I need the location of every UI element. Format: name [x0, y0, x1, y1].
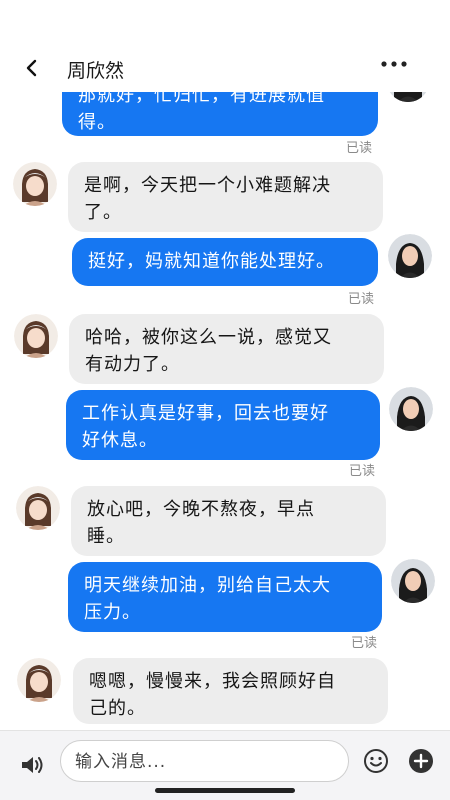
avatar-daughter[interactable]: [13, 162, 57, 206]
message-line: 得。: [78, 112, 116, 133]
voice-icon[interactable]: [18, 751, 46, 779]
message-line: 了。: [84, 202, 122, 223]
read-receipt: 已读: [351, 636, 378, 651]
message-input[interactable]: [75, 747, 335, 777]
avatar-daughter[interactable]: [17, 658, 61, 702]
avatar-mom[interactable]: [389, 387, 433, 431]
message-line: 放心吧，今晚不熬夜，早点: [87, 499, 315, 520]
message-line: 己的。: [89, 698, 146, 719]
message-line: 挺好，妈就知道你能处理好。: [88, 251, 335, 272]
plus-icon[interactable]: [408, 748, 434, 774]
message-line: 工作认真是好事，回去也要好: [82, 403, 329, 424]
avatar-daughter[interactable]: [16, 486, 60, 530]
message-bubble-incoming[interactable]: 哈哈，被你这么一说，感觉又 有动力了。: [69, 314, 384, 384]
message-line: 好休息。: [82, 430, 158, 451]
read-receipt: 已读: [346, 141, 373, 156]
message-line: 睡。: [87, 526, 125, 547]
message-line: 是啊，今天把一个小难题解决: [84, 175, 331, 196]
message-input-container: [60, 740, 349, 782]
avatar-daughter[interactable]: [14, 314, 58, 358]
message-line: 有动力了。: [85, 354, 180, 375]
message-line: 哈哈，被你这么一说，感觉又: [85, 327, 332, 348]
message-bubble-incoming[interactable]: 嗯嗯，慢慢来，我会照顾好自 己的。: [73, 658, 388, 724]
contact-name: 周欣然: [67, 60, 125, 82]
message-bubble-outgoing[interactable]: 明天继续加油，别给自己太大 压力。: [68, 562, 382, 632]
read-receipt: 已读: [349, 464, 376, 479]
message-bubble-outgoing[interactable]: 工作认真是好事，回去也要好 好休息。: [66, 390, 380, 460]
read-receipt: 已读: [348, 292, 375, 307]
home-indicator: [155, 788, 295, 793]
emoji-icon[interactable]: [363, 748, 389, 774]
message-bubble-incoming[interactable]: 是啊，今天把一个小难题解决 了。: [68, 162, 383, 232]
message-line: 明天继续加油，别给自己太大: [84, 575, 331, 596]
chat-header: 周欣然: [0, 0, 450, 92]
message-line: 压力。: [84, 602, 141, 623]
more-dots-icon[interactable]: [378, 54, 410, 74]
avatar-mom[interactable]: [391, 559, 435, 603]
avatar-mom[interactable]: [388, 234, 432, 278]
message-list: 那就好，忙归忙，有进展就值 得。 已读 是啊，今天把一个小难题解决 了。 挺好，…: [0, 0, 450, 730]
message-line: 嗯嗯，慢慢来，我会照顾好自: [89, 671, 336, 692]
message-bubble-incoming[interactable]: 放心吧，今晚不熬夜，早点 睡。: [71, 486, 386, 556]
message-bubble-outgoing[interactable]: 挺好，妈就知道你能处理好。: [72, 238, 378, 286]
back-arrow-icon[interactable]: [20, 54, 44, 82]
